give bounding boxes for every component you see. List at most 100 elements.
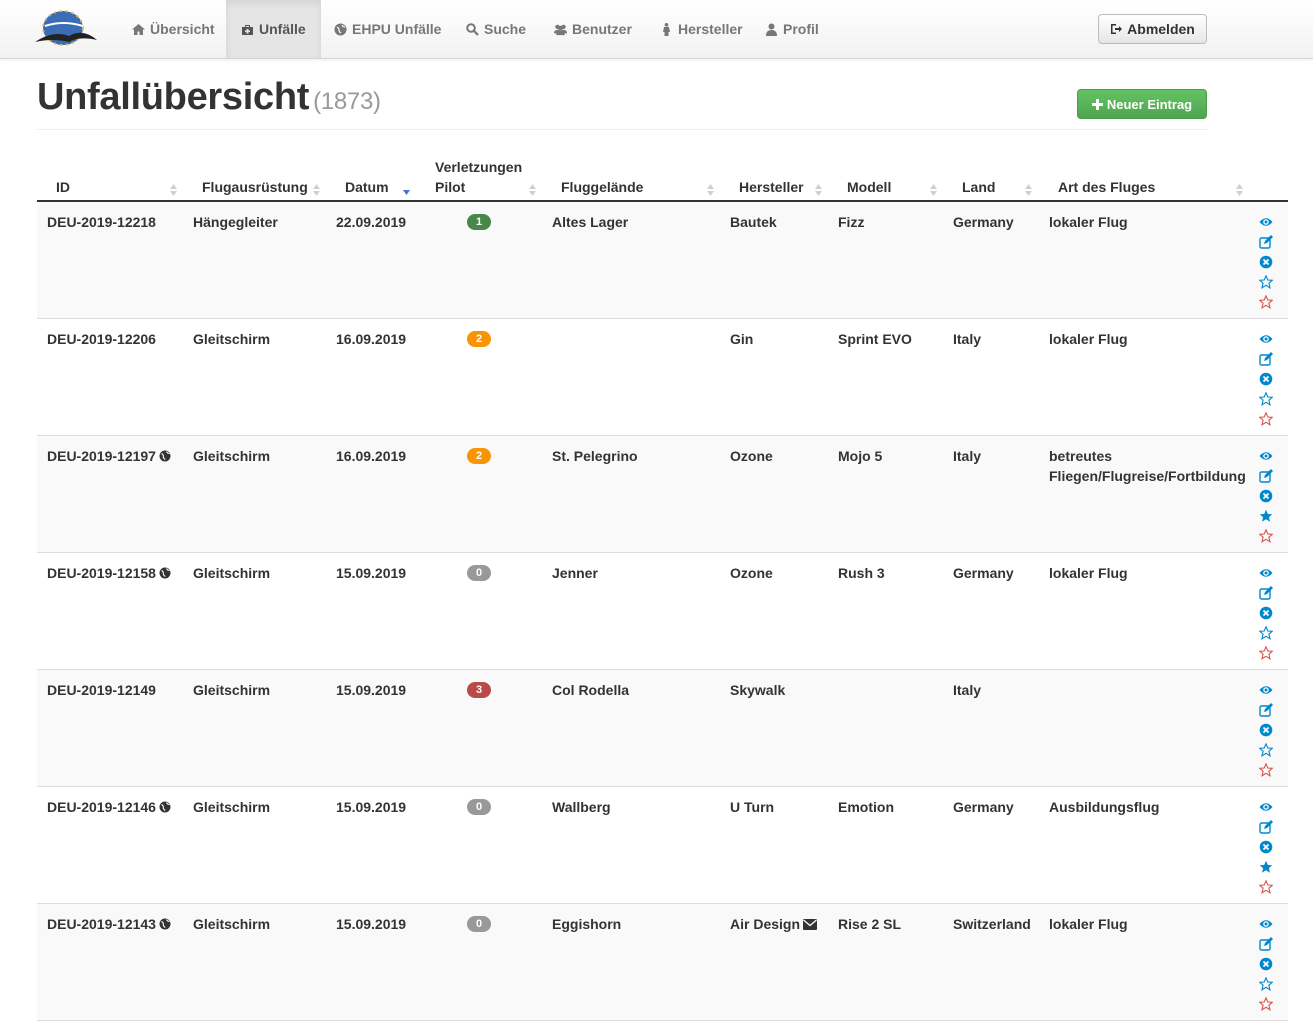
cell-model: Rise 2 SL: [838, 914, 901, 934]
cell-manufacturer: Ozone: [730, 446, 773, 466]
sort-icon[interactable]: [815, 183, 822, 196]
table-row[interactable]: DEU-2019-12206 Gleitschirm 16.09.2019 2 Gin S…: [37, 319, 1288, 436]
logout-button[interactable]: Abmelden: [1098, 14, 1207, 44]
table-row[interactable]: DEU-2019-12197 Gleitschirm 16.09.2019 2 St. …: [37, 436, 1288, 553]
cell-id: DEU-2019-12158: [47, 563, 171, 583]
cell-text: Fizz: [838, 214, 865, 230]
star-outline-icon[interactable]: [1259, 392, 1273, 406]
nav-item-unfälle[interactable]: Unfälle: [226, 0, 321, 58]
delete-circle-icon[interactable]: [1259, 489, 1273, 503]
edit-icon[interactable]: [1259, 352, 1273, 366]
view-eye-icon[interactable]: [1259, 449, 1273, 463]
star-red-outline-icon[interactable]: [1259, 646, 1273, 660]
nav-item-suche[interactable]: Suche: [451, 0, 541, 58]
sort-icon[interactable]: [313, 183, 320, 196]
edit-icon[interactable]: [1259, 469, 1273, 483]
column-header-date[interactable]: Datum: [345, 177, 389, 197]
delete-circle-icon[interactable]: [1259, 372, 1273, 386]
edit-icon[interactable]: [1259, 586, 1273, 600]
view-eye-icon[interactable]: [1259, 215, 1273, 229]
view-eye-icon[interactable]: [1259, 566, 1273, 580]
plus-icon: [1091, 98, 1103, 110]
table-row[interactable]: DEU-2019-12143 Gleitschirm 15.09.2019 0 Eggi…: [37, 904, 1288, 1021]
row-actions: [1259, 566, 1273, 660]
view-eye-icon[interactable]: [1259, 917, 1273, 931]
cell-text: Gleitschirm: [193, 331, 271, 347]
delete-circle-icon[interactable]: [1259, 957, 1273, 971]
new-entry-button[interactable]: Neuer Eintrag: [1077, 89, 1207, 119]
star-red-outline-icon[interactable]: [1259, 763, 1273, 777]
nav-item-profil[interactable]: Profil: [750, 0, 834, 58]
column-header-injury[interactable]: Verletzungen Pilot: [435, 157, 522, 197]
star-filled-icon[interactable]: [1259, 509, 1273, 523]
delete-circle-icon[interactable]: [1259, 723, 1273, 737]
star-outline-icon[interactable]: [1259, 626, 1273, 640]
table-row[interactable]: DEU-2019-12158 Gleitschirm 15.09.2019 0 Jenn…: [37, 553, 1288, 670]
cell-site: St. Pelegrino: [552, 446, 638, 466]
edit-icon[interactable]: [1259, 703, 1273, 717]
home-icon: [132, 23, 145, 36]
cell-text: 15.09.2019: [336, 799, 407, 815]
cell-manufacturer: Bautek: [730, 212, 777, 232]
column-header-id[interactable]: ID: [56, 177, 70, 197]
cell-manufacturer: U Turn: [730, 797, 774, 817]
delete-circle-icon[interactable]: [1259, 840, 1273, 854]
delete-circle-icon[interactable]: [1259, 255, 1273, 269]
column-header-flight-type[interactable]: Art des Fluges: [1058, 177, 1155, 197]
cell-text: Ozone: [730, 565, 773, 581]
nav-item-benutzer[interactable]: Benutzer: [539, 0, 647, 58]
edit-icon[interactable]: [1259, 235, 1273, 249]
cell-text: Rise 2 SL: [838, 916, 902, 932]
column-header-site[interactable]: Fluggelände: [561, 177, 643, 197]
nav-item-hersteller[interactable]: Hersteller: [645, 0, 758, 58]
sort-icon[interactable]: [1236, 183, 1243, 196]
cell-text: Germany: [953, 214, 1014, 230]
envelope-icon[interactable]: [803, 919, 818, 930]
cell-id: DEU-2019-12143: [47, 914, 171, 934]
sort-icon[interactable]: [529, 183, 536, 196]
view-eye-icon[interactable]: [1259, 800, 1273, 814]
sort-icon[interactable]: [170, 183, 177, 196]
nav-item-ehpu-unfälle[interactable]: EHPU Unfälle: [319, 0, 456, 58]
star-red-outline-icon[interactable]: [1259, 412, 1273, 426]
cell-equipment: Gleitschirm: [193, 914, 270, 934]
nav-item-übersicht[interactable]: Übersicht: [117, 0, 230, 58]
star-outline-icon[interactable]: [1259, 743, 1273, 757]
column-header-equipment[interactable]: Flugausrüstung: [202, 177, 308, 197]
table-row[interactable]: DEU-2019-12146 Gleitschirm 15.09.2019 0 Wall…: [37, 787, 1288, 904]
cell-id: DEU-2019-12218: [47, 212, 156, 232]
row-actions: [1259, 917, 1273, 1011]
sort-icon[interactable]: [707, 183, 714, 196]
star-red-outline-icon[interactable]: [1259, 295, 1273, 309]
delete-circle-icon[interactable]: [1259, 606, 1273, 620]
column-header-country[interactable]: Land: [962, 177, 995, 197]
injury-badge: 0: [467, 565, 491, 581]
ehpu-logo[interactable]: [33, 6, 99, 52]
sort-icon[interactable]: [1025, 183, 1032, 196]
column-header-model[interactable]: Modell: [847, 177, 891, 197]
table-row[interactable]: DEU-2019-12218 Hängegleiter 22.09.2019 1 Alt…: [37, 202, 1288, 319]
star-outline-icon[interactable]: [1259, 977, 1273, 991]
view-eye-icon[interactable]: [1259, 683, 1273, 697]
cell-flight-type: lokaler Flug: [1049, 914, 1249, 934]
cell-manufacturer: Skywalk: [730, 680, 785, 700]
cell-manufacturer: Air Design: [730, 914, 818, 934]
cell-text: DEU-2019-12149: [47, 682, 156, 698]
column-header-manufacturer[interactable]: Hersteller: [739, 177, 804, 197]
star-red-outline-icon[interactable]: [1259, 880, 1273, 894]
edit-icon[interactable]: [1259, 820, 1273, 834]
table-row[interactable]: DEU-2019-12149 Gleitschirm 15.09.2019 3 Col …: [37, 670, 1288, 787]
cell-date: 15.09.2019: [336, 680, 406, 700]
new-entry-label: Neuer Eintrag: [1106, 96, 1193, 112]
cell-text: Bautek: [730, 214, 777, 230]
star-filled-icon[interactable]: [1259, 860, 1273, 874]
sort-icon[interactable]: [930, 183, 937, 196]
edit-icon[interactable]: [1259, 937, 1273, 951]
view-eye-icon[interactable]: [1259, 332, 1273, 346]
star-outline-icon[interactable]: [1259, 275, 1273, 289]
cell-manufacturer: Gin: [730, 329, 753, 349]
star-red-outline-icon[interactable]: [1259, 997, 1273, 1011]
sort-desc-icon[interactable]: [403, 183, 410, 195]
cell-date: 22.09.2019: [336, 212, 406, 232]
star-red-outline-icon[interactable]: [1259, 529, 1273, 543]
